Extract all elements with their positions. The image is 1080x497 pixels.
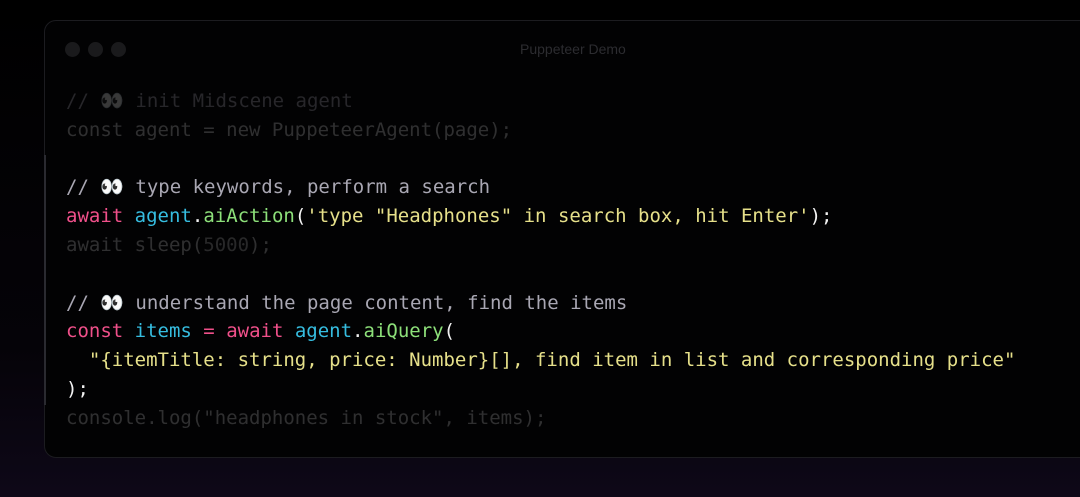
code-line: "{itemTitle: string, price: Number}[], f…: [66, 346, 1016, 375]
code-token-plain: console.log("headphones in stock", items…: [66, 406, 547, 429]
code-line: const agent = new PuppeteerAgent(page);: [66, 116, 1015, 145]
close-dot[interactable]: [65, 42, 80, 57]
code-line: );: [66, 375, 1015, 404]
code-token-punc: );: [66, 377, 89, 400]
code-token-punc: (: [443, 320, 456, 343]
window-title: Puppeteer Demo: [520, 41, 626, 57]
maximize-dot[interactable]: [111, 42, 126, 57]
code-token-comment: // 👀 type keywords, perform a search: [66, 176, 491, 199]
code-token-num: 5000: [203, 233, 250, 256]
code-line: await sleep(5000);: [66, 231, 1015, 260]
code-line: console.log("headphones in stock", items…: [66, 404, 1015, 433]
active-block-indicator: [44, 155, 46, 405]
code-token-comment: // 👀 understand the page content, find t…: [66, 291, 628, 314]
minimize-dot[interactable]: [88, 42, 103, 57]
code-line: // 👀 type keywords, perform a search: [66, 173, 1015, 202]
code-token-comment: // 👀 init Midscene agent: [66, 90, 353, 112]
code-line: // 👀 init Midscene agent: [66, 87, 1015, 116]
code-token-plain: );: [249, 233, 272, 256]
code-token-var: items: [134, 320, 192, 343]
code-token-str: 'type "Headphones" in search box, hit En…: [306, 205, 810, 228]
code-line: // 👀 understand the page content, find t…: [66, 289, 1015, 318]
code-line: await agent.aiAction('type "Headphones" …: [66, 202, 1015, 231]
window-controls: [65, 42, 126, 57]
code-token-fn: aiQuery: [363, 320, 444, 343]
code-editor: // 👀 init Midscene agent const agent = ne…: [66, 87, 1015, 433]
code-line: const items = await agent.aiQuery(: [66, 317, 1015, 346]
code-token-punc: );: [809, 205, 833, 228]
code-token-str: "{itemTitle: string, price: Number}[], f…: [66, 349, 1016, 372]
code-token-plain: const agent = new PuppeteerAgent(page);: [66, 118, 513, 141]
code-token-kw: await: [226, 320, 284, 343]
code-token-punc: (: [294, 205, 307, 228]
code-token-var: agent: [134, 205, 192, 228]
code-token-fn: aiAction: [203, 205, 295, 228]
code-token-punc: .: [352, 320, 364, 343]
code-token-kw: =: [191, 320, 227, 343]
code-window: Puppeteer Demo // 👀 init Midscene agent c…: [44, 20, 1080, 458]
code-token-kw: const: [66, 320, 124, 343]
code-token-punc: .: [191, 205, 204, 228]
code-token-var: agent: [294, 320, 353, 343]
code-token-plain: await sleep(: [66, 233, 204, 256]
code-token-kw: await: [66, 205, 124, 228]
